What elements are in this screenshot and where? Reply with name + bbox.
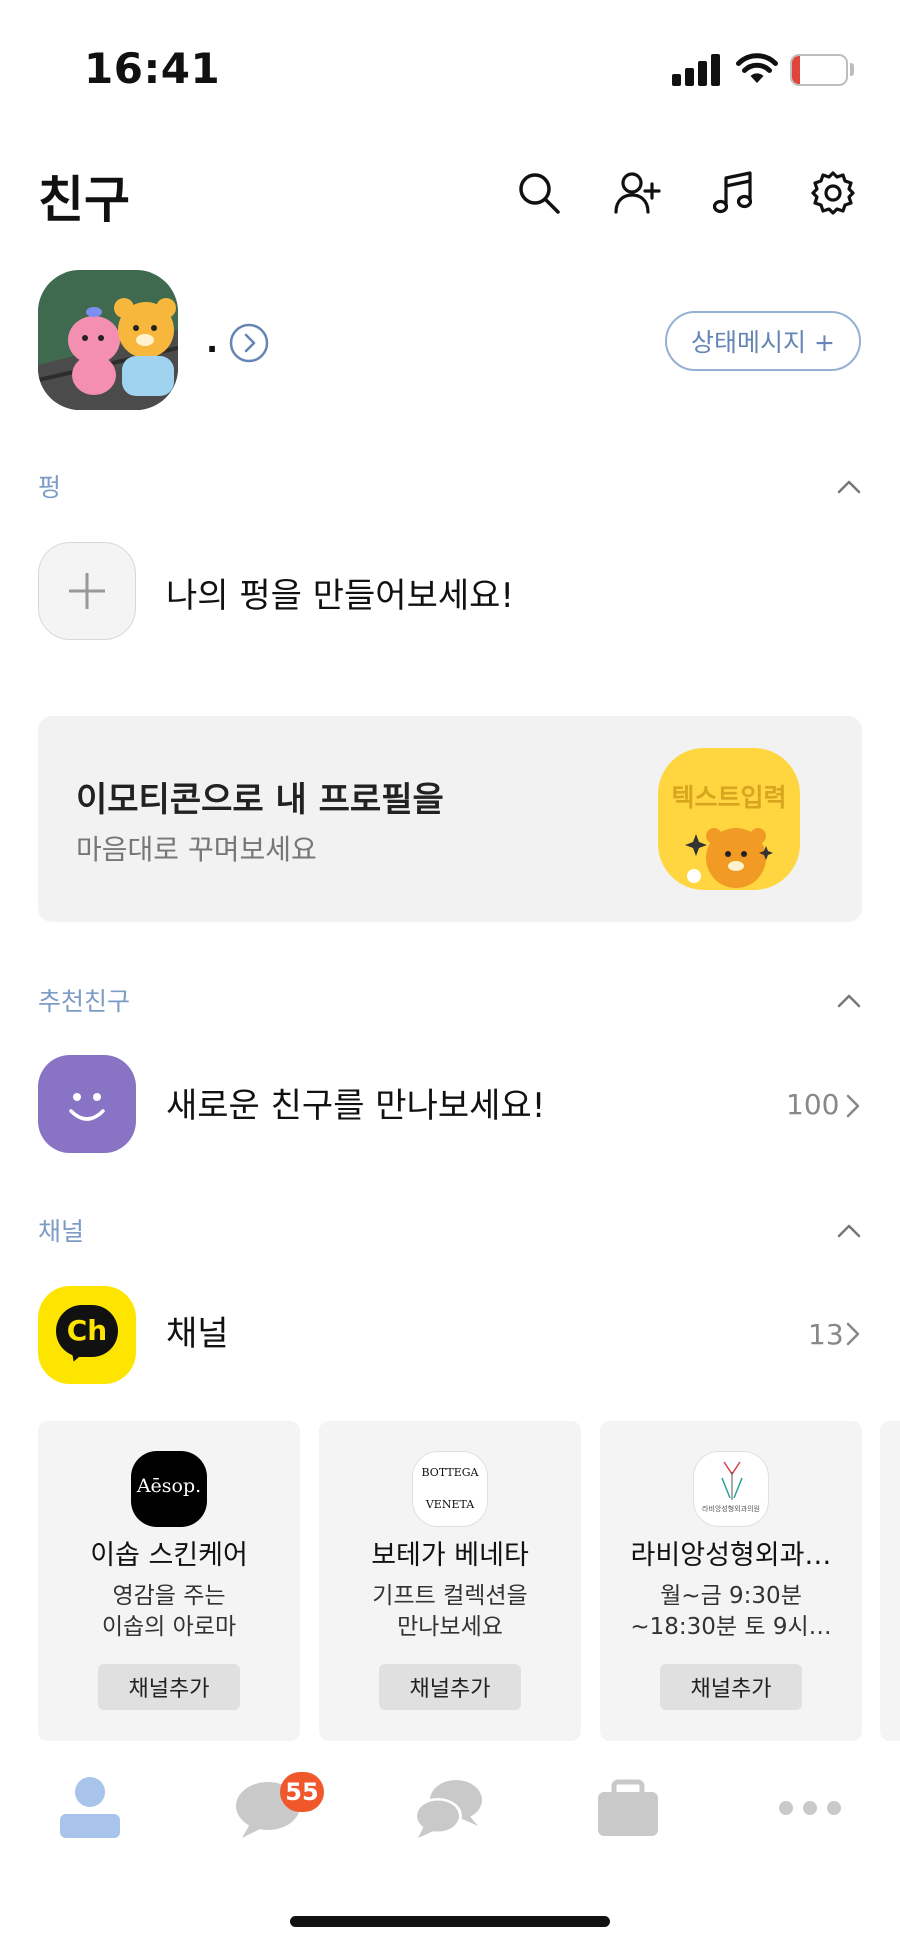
add-channel-button[interactable]: 채널추가 (660, 1664, 802, 1710)
create-pung-text[interactable]: 나의 펑을 만들어보세요! (166, 568, 514, 617)
channel-count: 13 (808, 1318, 844, 1351)
channel-card[interactable]: 라비앙성형외과의원 라비앙성형외과… 월~금 9:30분 ~18:30분 토 9… (600, 1421, 862, 1741)
search-icon[interactable] (514, 168, 564, 218)
banner-title: 이모티콘으로 내 프로필을 (76, 780, 444, 820)
card-description: 영감을 주는 이솝의 아로마 (52, 1581, 286, 1643)
card-description: 월~금 9:30분 ~18:30분 토 9시… (614, 1581, 848, 1643)
settings-gear-icon[interactable] (808, 168, 858, 218)
tab-shopping-briefcase-icon[interactable] (592, 1772, 664, 1844)
add-friend-icon[interactable] (612, 168, 662, 218)
channel-card[interactable]: Aēsop. 이솝 스킨케어 영감을 주는 이솝의 아로마 채널추가 (38, 1421, 300, 1741)
wifi-icon (736, 53, 778, 83)
status-message-button[interactable]: 상태메시지 + (665, 311, 861, 371)
smiley-face-icon[interactable] (38, 1055, 136, 1153)
card-desc-line: 영감을 주는 (112, 1583, 226, 1609)
bottega-logo-line: BOTTEGA (421, 1466, 479, 1479)
add-channel-button[interactable]: 채널추가 (379, 1664, 521, 1710)
collapse-recommended-chevron-up-icon[interactable] (836, 988, 862, 1014)
card-name: 이솝 스킨케어 (90, 1540, 248, 1571)
channel-card-next-peek[interactable] (880, 1421, 900, 1741)
aesop-logo-text: Aēsop. (136, 1475, 202, 1497)
channel-icon-text: Ch (66, 1314, 108, 1347)
channel-chevron-right-icon[interactable] (844, 1320, 862, 1348)
plus-icon (69, 573, 105, 609)
section-label-pung: 펑 (38, 473, 62, 502)
emoticon-banner-image: 텍스트입력 (658, 748, 800, 890)
card-name: 보테가 베네타 (371, 1540, 529, 1571)
section-label-channel: 채널 (38, 1217, 85, 1246)
battery-icon: 11 (790, 54, 848, 86)
collapse-pung-chevron-up-icon[interactable] (836, 474, 862, 500)
battery-cap (850, 63, 854, 76)
page-title: 친구 (38, 171, 130, 229)
profile-avatar[interactable] (38, 270, 178, 410)
card-desc-line: 이솝의 아로마 (101, 1614, 237, 1640)
card-name: 라비앙성형외과… (630, 1540, 832, 1571)
music-icon[interactable] (710, 168, 760, 218)
section-label-recommended-friends: 추천친구 (38, 987, 131, 1016)
collapse-channel-chevron-up-icon[interactable] (836, 1218, 862, 1244)
channel-icon[interactable]: Ch (38, 1286, 136, 1384)
home-indicator[interactable] (290, 1916, 610, 1927)
tab-openchat-bubbles-icon[interactable] (412, 1772, 484, 1844)
card-desc-line: 기프트 컬렉션을 (372, 1583, 528, 1609)
recommended-friends-text[interactable]: 새로운 친구를 만나보세요! (166, 1078, 545, 1127)
cellular-signal-icon (672, 54, 720, 86)
profile-chevron-circle-icon[interactable] (228, 322, 270, 364)
card-desc-line: ~18:30분 토 9시… (630, 1614, 832, 1640)
tab-friends-person-icon[interactable] (54, 1772, 126, 1844)
create-pung-plus-button[interactable] (38, 542, 136, 640)
labiang-logo-text: 라비앙성형외과의원 (702, 1505, 760, 1513)
add-channel-button[interactable]: 채널추가 (98, 1664, 240, 1710)
card-description: 기프트 컬렉션을 만나보세요 (333, 1581, 567, 1643)
channel-title[interactable]: 채널 (166, 1306, 229, 1355)
channel-card[interactable]: BOTTEGA VENETA 보테가 베네타 기프트 컬렉션을 만나보세요 채널… (319, 1421, 581, 1741)
card-desc-line: 월~금 9:30분 (660, 1583, 802, 1609)
battery-level: 11 (803, 57, 835, 82)
tab-more-dots-icon[interactable] (774, 1772, 846, 1844)
labiang-clinic-logo: 라비앙성형외과의원 (693, 1451, 769, 1527)
bottega-logo-line: VENETA (425, 1498, 475, 1511)
banner-subtitle: 마음대로 꾸며보세요 (76, 833, 317, 866)
aesop-logo: Aēsop. (131, 1451, 207, 1527)
bottega-veneta-logo: BOTTEGA VENETA (412, 1451, 488, 1527)
profile-name[interactable]: . (206, 322, 218, 360)
status-time: 16:41 (84, 44, 221, 93)
recommended-chevron-right-icon[interactable] (844, 1092, 862, 1120)
card-desc-line: 만나보세요 (397, 1614, 503, 1640)
unread-chats-badge: 55 (280, 1772, 324, 1812)
recommended-friends-count: 100 (786, 1088, 840, 1121)
